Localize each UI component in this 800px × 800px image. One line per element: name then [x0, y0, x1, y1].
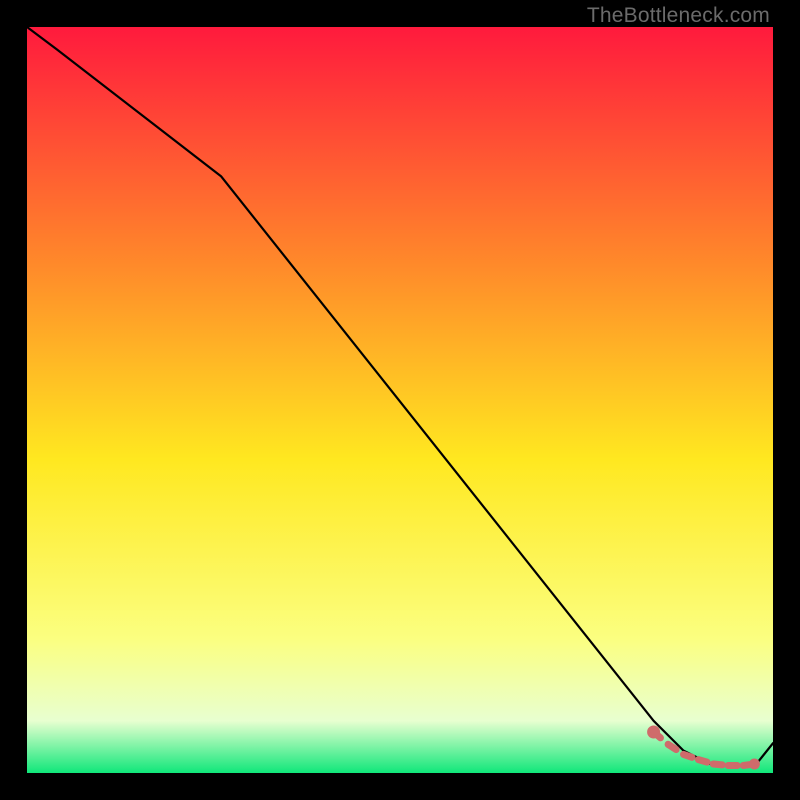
plot-area [27, 27, 773, 773]
chart-svg [27, 27, 773, 773]
watermark-text: TheBottleneck.com [587, 4, 770, 28]
chart-stage: TheBottleneck.com [0, 0, 800, 800]
optimal-end-dot [749, 759, 760, 770]
